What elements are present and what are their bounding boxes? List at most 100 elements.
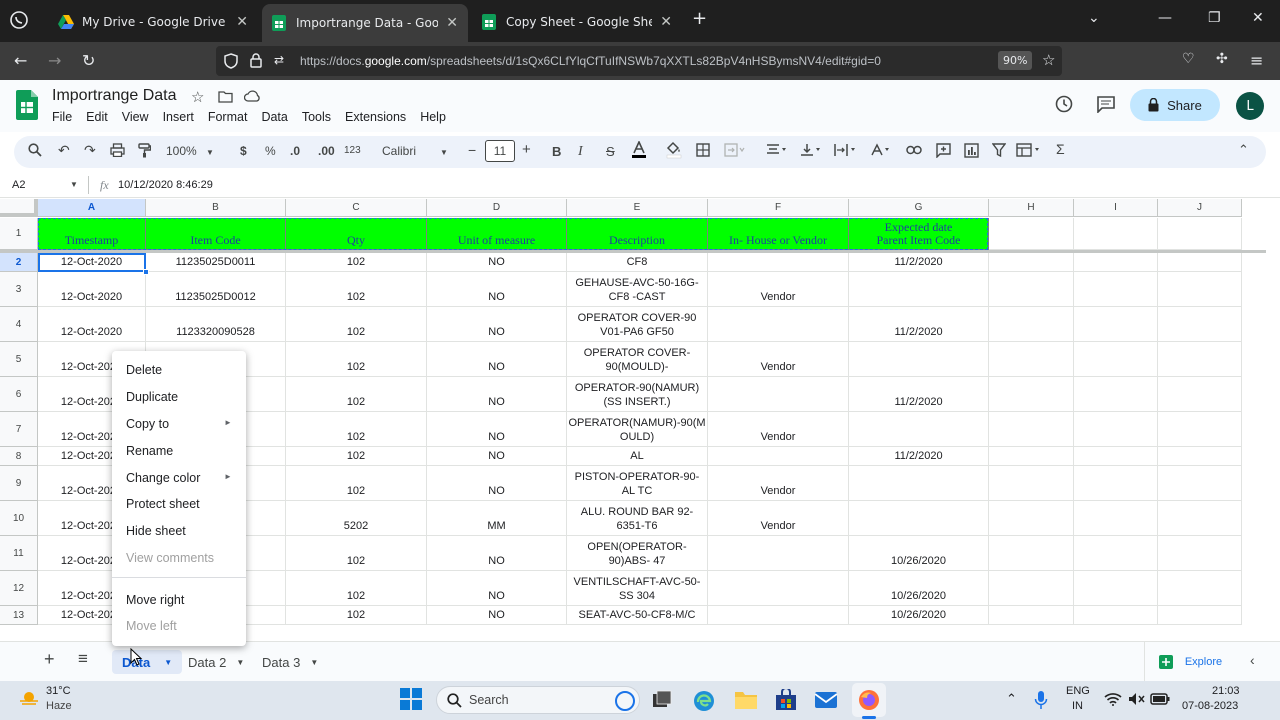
filter-views-icon[interactable] [1016,143,1042,157]
close-icon[interactable]: ✕ [236,14,248,30]
cell-a[interactable]: 12-Oct-2020 [38,272,146,307]
back-icon[interactable]: ← [14,51,27,70]
cell-e[interactable]: PISTON-OPERATOR-90-AL [567,447,708,466]
menu-view[interactable]: View [122,110,149,124]
caret-down-icon[interactable]: ▼ [70,180,78,189]
undo-icon[interactable]: ↶ [58,142,70,159]
cell-f[interactable]: Vendor [708,412,849,447]
empty-cell[interactable] [989,571,1074,606]
cell-f[interactable] [708,571,849,606]
caret-down-icon[interactable]: ▼ [310,658,318,667]
select-all-corner[interactable] [0,199,38,217]
menu-item-change-color[interactable]: Change color ► [126,471,232,485]
cell-d[interactable]: NO [427,536,567,571]
explore-button[interactable]: Explore [1144,642,1236,682]
empty-cell[interactable] [1074,606,1158,625]
insert-comment-icon[interactable] [936,143,951,158]
site-permissions-icon[interactable]: ⇄ [274,53,284,67]
empty-cell[interactable] [1158,253,1242,272]
italic-button[interactable]: I [578,144,583,160]
cell-f[interactable] [708,536,849,571]
collapse-toolbar-icon[interactable]: ⌃ [1238,142,1249,158]
more-formats-button[interactable]: 123 [344,145,361,156]
column-header-f[interactable]: F [708,199,849,217]
cell-d[interactable]: NO [427,377,567,412]
caret-down-icon[interactable]: ▼ [164,658,172,667]
clock-time[interactable]: 21:03 [1212,685,1240,697]
font-size-input[interactable]: 11 [485,140,515,162]
cell-g[interactable]: 10/26/2020 [849,571,989,606]
paint-format-icon[interactable] [138,143,151,158]
merge-cells-icon[interactable] [724,143,746,157]
microphone-icon[interactable] [1034,690,1048,710]
cell-g[interactable] [849,272,989,307]
menu-item-hide-sheet[interactable]: Hide sheet [126,524,186,538]
row-header[interactable]: 9 [0,466,38,501]
cell-d[interactable]: NO [427,342,567,377]
empty-cell[interactable] [1158,272,1242,307]
mail-icon[interactable] [814,691,838,709]
empty-cell[interactable] [1074,501,1158,536]
browser-tab-drive[interactable]: My Drive - Google Drive ✕ [48,6,258,38]
cell-b[interactable]: 11235025D0011 [146,253,286,272]
caret-down-icon[interactable]: ▼ [236,658,244,667]
empty-cell[interactable] [1074,536,1158,571]
empty-cell[interactable] [1158,466,1242,501]
text-color-button[interactable] [631,141,647,159]
cell-a[interactable]: 12-Oct-2020 [38,307,146,342]
cell-g[interactable]: 11/2/2020 [849,253,989,272]
cell-g[interactable]: 11/2/2020 [849,307,989,342]
cell-d[interactable]: NO [427,412,567,447]
increase-font-size-button[interactable]: + [522,141,531,158]
star-icon[interactable]: ☆ [1042,51,1055,69]
column-header-c[interactable]: C [286,199,427,217]
cell-f[interactable]: Vendor [708,466,849,501]
empty-cell[interactable] [1158,501,1242,536]
functions-icon[interactable]: Σ [1056,141,1065,157]
cell-g[interactable]: 11/2/2020 [849,447,989,466]
cell-c[interactable]: 102 [286,606,427,625]
empty-cell[interactable] [989,412,1074,447]
column-header-i[interactable]: I [1074,199,1158,217]
empty-cell[interactable] [1158,307,1242,342]
url-bar[interactable]: ⇄ https://docs.google.com/spreadsheets/d… [216,46,1062,76]
cell-f[interactable] [708,307,849,342]
cell-e[interactable]: OPEN(OPERATOR-90)ABS- 47 [567,536,708,571]
cell-a[interactable]: 12-Oct-2020 [38,253,146,272]
menu-item-copy-to[interactable]: Copy to ► [126,417,232,431]
empty-cell[interactable] [1158,412,1242,447]
menu-item-rename[interactable]: Rename [126,444,173,458]
chevron-down-icon[interactable]: ⌄ [1088,10,1100,26]
cell-g[interactable]: 11/2/2020 [849,377,989,412]
empty-cell[interactable] [989,218,1074,250]
sheets-logo-icon[interactable] [16,90,38,120]
file-explorer-icon[interactable] [734,690,758,710]
empty-cell[interactable] [989,606,1074,625]
firefox-taskbar-button[interactable] [852,683,886,717]
menu-tools[interactable]: Tools [302,110,331,124]
cell-d[interactable]: NO [427,606,567,625]
text-wrapping-icon[interactable] [834,143,858,157]
browser-tab-importrange[interactable]: Importrange Data - Google Sheets ✕ [262,4,468,42]
cell-g[interactable] [849,466,989,501]
empty-cell[interactable] [989,466,1074,501]
cell-f[interactable] [708,377,849,412]
cell-e[interactable]: GEHAUSE-AVC-50-16G-CF8 -CAST [567,272,708,307]
cell-c[interactable]: 102 [286,447,427,466]
cell-d[interactable]: NO [427,272,567,307]
strikethrough-button[interactable]: S [606,144,615,159]
restore-icon[interactable]: ❐ [1208,10,1221,26]
volume-muted-icon[interactable] [1128,692,1146,706]
row-header[interactable]: 2 [0,253,38,272]
cell-c[interactable]: 102 [286,377,427,412]
menu-extensions[interactable]: Extensions [345,110,406,124]
header-cell[interactable]: Expected date Parent Item Code [849,218,989,250]
cell-f[interactable] [708,606,849,625]
cell-d[interactable]: MM [427,501,567,536]
search-menus-icon[interactable] [28,143,42,157]
empty-cell[interactable] [1074,342,1158,377]
cell-e[interactable]: OPERATOR(NAMUR)-90(M OULD) [567,412,708,447]
fill-color-icon[interactable] [666,141,682,159]
history-icon[interactable] [1054,94,1074,114]
browser-tab-copy-sheet[interactable]: Copy Sheet - Google Sheets ✕ [472,6,682,38]
